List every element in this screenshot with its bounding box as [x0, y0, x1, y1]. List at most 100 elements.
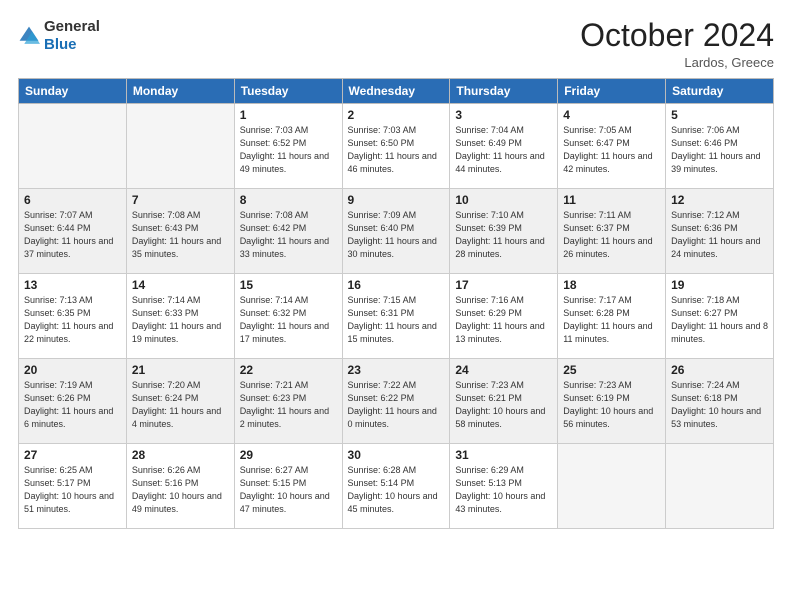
calendar-cell [666, 444, 774, 529]
cell-info: Sunrise: 7:20 AM Sunset: 6:24 PM Dayligh… [132, 379, 229, 431]
cell-info: Sunrise: 6:26 AM Sunset: 5:16 PM Dayligh… [132, 464, 229, 516]
cell-info: Sunrise: 7:14 AM Sunset: 6:33 PM Dayligh… [132, 294, 229, 346]
cell-info: Sunrise: 7:11 AM Sunset: 6:37 PM Dayligh… [563, 209, 660, 261]
calendar-cell [126, 104, 234, 189]
calendar-cell: 10 Sunrise: 7:10 AM Sunset: 6:39 PM Dayli… [450, 189, 558, 274]
cell-info: Sunrise: 7:24 AM Sunset: 6:18 PM Dayligh… [671, 379, 768, 431]
cell-info: Sunrise: 7:22 AM Sunset: 6:22 PM Dayligh… [348, 379, 445, 431]
calendar-cell: 18Sunrise: 7:17 AM Sunset: 6:28 PM Dayli… [558, 274, 666, 359]
cell-info: Sunrise: 7:15 AM Sunset: 6:31 PM Dayligh… [348, 294, 445, 346]
cell-info: Sunrise: 6:29 AM Sunset: 5:13 PM Dayligh… [455, 464, 552, 516]
cell-info: Sunrise: 7:05 AM Sunset: 6:47 PM Dayligh… [563, 124, 660, 176]
day-number: 29 [240, 448, 337, 462]
calendar-cell: 13 Sunrise: 7:13 AM Sunset: 6:35 PM Dayli… [19, 274, 127, 359]
calendar-cell: 20Sunrise: 7:19 AM Sunset: 6:26 PM Dayli… [19, 359, 127, 444]
calendar-cell: 26 Sunrise: 7:24 AM Sunset: 6:18 PM Dayli… [666, 359, 774, 444]
cell-info: Sunrise: 7:17 AM Sunset: 6:28 PM Dayligh… [563, 294, 660, 346]
cell-info: Sunrise: 7:06 AM Sunset: 6:46 PM Dayligh… [671, 124, 768, 176]
day-number: 16 [348, 278, 445, 292]
day-number: 13 [24, 278, 121, 292]
calendar-cell: 12Sunrise: 7:12 AM Sunset: 6:36 PM Dayli… [666, 189, 774, 274]
day-number: 19 [671, 278, 768, 292]
cell-info: Sunrise: 7:16 AM Sunset: 6:29 PM Dayligh… [455, 294, 552, 346]
logo-general: General Blue [44, 18, 100, 54]
calendar-cell: 31 Sunrise: 6:29 AM Sunset: 5:13 PM Dayli… [450, 444, 558, 529]
calendar-week-row: 6Sunrise: 7:07 AM Sunset: 6:44 PM Daylig… [19, 189, 774, 274]
cell-info: Sunrise: 7:14 AM Sunset: 6:32 PM Dayligh… [240, 294, 337, 346]
calendar-week-row: 20Sunrise: 7:19 AM Sunset: 6:26 PM Dayli… [19, 359, 774, 444]
day-number: 6 [24, 193, 121, 207]
cell-info: Sunrise: 6:25 AM Sunset: 5:17 PM Dayligh… [24, 464, 121, 516]
page: General Blue October 2024 Lardos, Greece… [0, 0, 792, 612]
month-title: October 2024 [580, 18, 774, 53]
day-number: 17 [455, 278, 552, 292]
calendar-cell: 30Sunrise: 6:28 AM Sunset: 5:14 PM Dayli… [342, 444, 450, 529]
day-number: 4 [563, 108, 660, 122]
day-number: 26 [671, 363, 768, 377]
cell-info: Sunrise: 7:04 AM Sunset: 6:49 PM Dayligh… [455, 124, 552, 176]
day-number: 12 [671, 193, 768, 207]
day-number: 14 [132, 278, 229, 292]
weekday-header-saturday: Saturday [666, 79, 774, 104]
calendar-cell: 29 Sunrise: 6:27 AM Sunset: 5:15 PM Dayli… [234, 444, 342, 529]
calendar-cell: 5 Sunrise: 7:06 AM Sunset: 6:46 PM Daylig… [666, 104, 774, 189]
day-number: 31 [455, 448, 552, 462]
calendar-cell: 21Sunrise: 7:20 AM Sunset: 6:24 PM Dayli… [126, 359, 234, 444]
cell-info: Sunrise: 7:08 AM Sunset: 6:43 PM Dayligh… [132, 209, 229, 261]
logo-icon [18, 25, 40, 47]
header: General Blue October 2024 Lardos, Greece [18, 18, 774, 70]
cell-info: Sunrise: 7:23 AM Sunset: 6:21 PM Dayligh… [455, 379, 552, 431]
day-number: 10 [455, 193, 552, 207]
cell-info: Sunrise: 7:03 AM Sunset: 6:50 PM Dayligh… [348, 124, 445, 176]
weekday-header-thursday: Thursday [450, 79, 558, 104]
weekday-header-wednesday: Wednesday [342, 79, 450, 104]
calendar-cell [558, 444, 666, 529]
calendar-cell: 19 Sunrise: 7:18 AM Sunset: 6:27 PM Dayli… [666, 274, 774, 359]
calendar-header-row: SundayMondayTuesdayWednesdayThursdayFrid… [19, 79, 774, 104]
day-number: 5 [671, 108, 768, 122]
day-number: 3 [455, 108, 552, 122]
day-number: 27 [24, 448, 121, 462]
weekday-header-tuesday: Tuesday [234, 79, 342, 104]
day-number: 24 [455, 363, 552, 377]
title-area: October 2024 Lardos, Greece [580, 18, 774, 70]
calendar-cell: 1 Sunrise: 7:03 AM Sunset: 6:52 PM Daylig… [234, 104, 342, 189]
day-number: 2 [348, 108, 445, 122]
day-number: 23 [348, 363, 445, 377]
calendar-week-row: 13 Sunrise: 7:13 AM Sunset: 6:35 PM Dayli… [19, 274, 774, 359]
day-number: 8 [240, 193, 337, 207]
cell-info: Sunrise: 7:13 AM Sunset: 6:35 PM Dayligh… [24, 294, 121, 346]
calendar-cell: 25 Sunrise: 7:23 AM Sunset: 6:19 PM Dayli… [558, 359, 666, 444]
calendar-cell: 9Sunrise: 7:09 AM Sunset: 6:40 PM Daylig… [342, 189, 450, 274]
cell-info: Sunrise: 7:23 AM Sunset: 6:19 PM Dayligh… [563, 379, 660, 431]
calendar-week-row: 1 Sunrise: 7:03 AM Sunset: 6:52 PM Daylig… [19, 104, 774, 189]
cell-info: Sunrise: 6:27 AM Sunset: 5:15 PM Dayligh… [240, 464, 337, 516]
cell-info: Sunrise: 7:03 AM Sunset: 6:52 PM Dayligh… [240, 124, 337, 176]
day-number: 25 [563, 363, 660, 377]
calendar-cell: 8Sunrise: 7:08 AM Sunset: 6:42 PM Daylig… [234, 189, 342, 274]
calendar: SundayMondayTuesdayWednesdayThursdayFrid… [18, 78, 774, 529]
calendar-cell: 6Sunrise: 7:07 AM Sunset: 6:44 PM Daylig… [19, 189, 127, 274]
day-number: 22 [240, 363, 337, 377]
day-number: 1 [240, 108, 337, 122]
cell-info: Sunrise: 7:10 AM Sunset: 6:39 PM Dayligh… [455, 209, 552, 261]
calendar-cell: 27 Sunrise: 6:25 AM Sunset: 5:17 PM Dayli… [19, 444, 127, 529]
calendar-cell: 2 Sunrise: 7:03 AM Sunset: 6:50 PM Daylig… [342, 104, 450, 189]
calendar-week-row: 27 Sunrise: 6:25 AM Sunset: 5:17 PM Dayli… [19, 444, 774, 529]
calendar-cell: 4 Sunrise: 7:05 AM Sunset: 6:47 PM Daylig… [558, 104, 666, 189]
calendar-cell: 15 Sunrise: 7:14 AM Sunset: 6:32 PM Dayli… [234, 274, 342, 359]
calendar-cell: 7 Sunrise: 7:08 AM Sunset: 6:43 PM Daylig… [126, 189, 234, 274]
cell-info: Sunrise: 7:18 AM Sunset: 6:27 PM Dayligh… [671, 294, 768, 346]
day-number: 28 [132, 448, 229, 462]
calendar-cell: 11 Sunrise: 7:11 AM Sunset: 6:37 PM Dayli… [558, 189, 666, 274]
logo: General Blue [18, 18, 100, 54]
day-number: 15 [240, 278, 337, 292]
calendar-cell: 17 Sunrise: 7:16 AM Sunset: 6:29 PM Dayli… [450, 274, 558, 359]
day-number: 11 [563, 193, 660, 207]
calendar-cell: 3 Sunrise: 7:04 AM Sunset: 6:49 PM Daylig… [450, 104, 558, 189]
day-number: 7 [132, 193, 229, 207]
day-number: 30 [348, 448, 445, 462]
location: Lardos, Greece [580, 55, 774, 70]
cell-info: Sunrise: 7:09 AM Sunset: 6:40 PM Dayligh… [348, 209, 445, 261]
calendar-cell: 28 Sunrise: 6:26 AM Sunset: 5:16 PM Dayli… [126, 444, 234, 529]
